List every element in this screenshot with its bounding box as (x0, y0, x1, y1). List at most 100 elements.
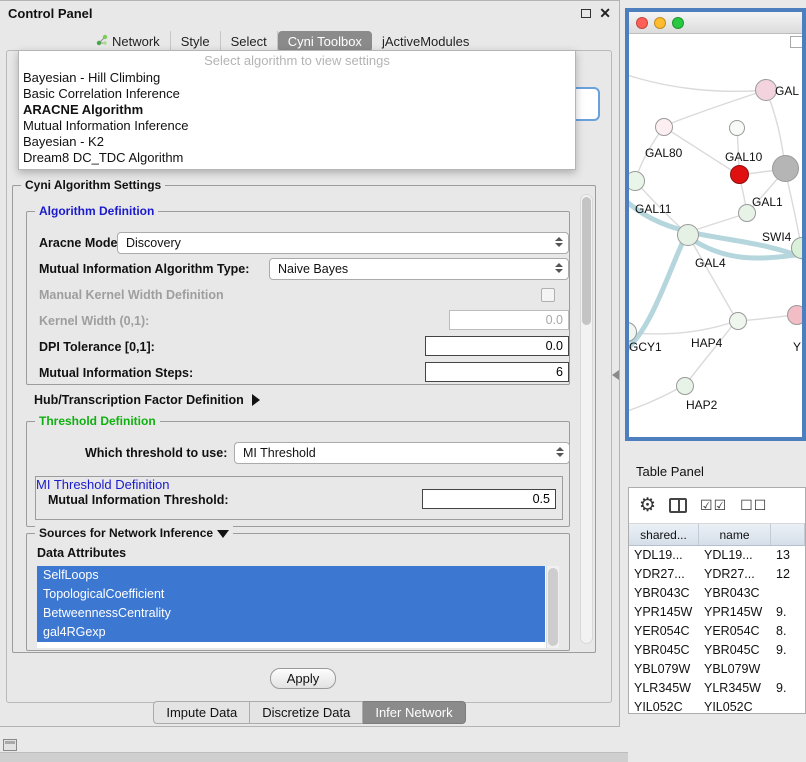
algorithm-option[interactable]: Bayesian - Hill Climbing (19, 70, 575, 86)
column-header-name[interactable]: name (699, 524, 771, 545)
dpi-tolerance-input[interactable] (425, 336, 569, 356)
sources-group-title[interactable]: Sources for Network Inference (35, 526, 233, 540)
column-header-shared-name[interactable]: shared... (629, 524, 699, 545)
tab-cyni-toolbox[interactable]: Cyni Toolbox (278, 31, 372, 52)
settings-scrollbar[interactable] (580, 194, 593, 644)
mi-type-select[interactable]: Naive Bayes (269, 258, 569, 280)
table-row[interactable]: YDR27...YDR27...12 (629, 565, 805, 584)
attribute-item[interactable]: TopologicalCoefficient (37, 585, 545, 604)
tab-discretize-data[interactable]: Discretize Data (250, 701, 363, 724)
mi-steps-input[interactable] (425, 362, 569, 382)
threshold-definition-group: Threshold Definition Which threshold to … (26, 421, 570, 527)
tab-infer-network[interactable]: Infer Network (363, 701, 465, 724)
tab-network[interactable]: Network (86, 31, 171, 52)
cell (771, 660, 805, 679)
algorithm-option-selected[interactable]: ARACNE Algorithm (19, 102, 575, 118)
algorithm-option[interactable]: Dream8 DC_TDC Algorithm (19, 150, 575, 166)
minimized-panel-icon[interactable] (3, 739, 17, 751)
attribute-item[interactable]: BetweennessCentrality (37, 604, 545, 623)
apply-button[interactable]: Apply (270, 668, 336, 689)
network-node[interactable] (729, 120, 745, 136)
canvas-corner-widget[interactable] (790, 36, 802, 48)
tab-network-label: Network (112, 34, 160, 49)
cell: YBR045C (699, 641, 771, 660)
attribute-item[interactable]: SelfLoops (37, 566, 545, 585)
mi-threshold-group-title: MI Threshold Definition (36, 477, 169, 492)
algorithm-definition-group: Algorithm Definition Aracne Mode: Discov… (26, 211, 570, 385)
algorithm-option[interactable]: Mutual Information Inference (19, 118, 575, 134)
table-row[interactable]: YPR145WYPR145W9. (629, 603, 805, 622)
attributes-scrollbar[interactable] (546, 566, 559, 648)
which-threshold-value: MI Threshold (243, 446, 316, 460)
network-node[interactable] (755, 79, 777, 101)
cell: YDL19... (699, 546, 771, 565)
network-node[interactable] (655, 118, 673, 136)
attributes-scrollbar-thumb[interactable] (548, 568, 558, 646)
settings-scrollbar-thumb[interactable] (582, 197, 591, 325)
table-toolbar: ⚙ ☑☑ ☐☐ (629, 488, 805, 524)
hub-factor-section-toggle[interactable]: Hub/Transcription Factor Definition (34, 393, 260, 407)
aracne-mode-select[interactable]: Discovery (117, 232, 569, 254)
cell: 13 (771, 546, 805, 565)
minimize-traffic-icon[interactable] (654, 17, 666, 29)
table-row[interactable]: YLR345WYLR345W9. (629, 679, 805, 698)
tab-style[interactable]: Style (171, 31, 221, 52)
which-threshold-select[interactable]: MI Threshold (234, 442, 570, 464)
float-window-icon[interactable] (581, 9, 591, 18)
select-all-icon[interactable]: ☑☑ (700, 497, 727, 514)
cell: YBL079W (629, 660, 699, 679)
table-header-row: shared... name (629, 524, 805, 546)
manual-kernel-checkbox[interactable] (541, 288, 555, 302)
control-panel-titlebar: Control Panel ✕ (0, 1, 619, 25)
zoom-traffic-icon[interactable] (672, 17, 684, 29)
network-node-label: GAL10 (725, 150, 762, 164)
threshold-definition-title: Threshold Definition (35, 414, 160, 428)
network-node[interactable] (677, 224, 699, 246)
tab-select[interactable]: Select (221, 31, 278, 52)
mi-threshold-group: MI Threshold Definition Mutual Informati… (35, 476, 563, 520)
network-node[interactable] (772, 155, 799, 182)
table-panel: ⚙ ☑☑ ☐☐ shared... name YDL19...YDL19...1… (628, 487, 806, 714)
tab-impute-data[interactable]: Impute Data (153, 701, 250, 724)
attribute-item[interactable]: gal4RGexp (37, 623, 545, 642)
table-row[interactable]: YDL19...YDL19...13 (629, 546, 805, 565)
kernel-width-input[interactable] (449, 310, 569, 330)
cell: 12 (771, 565, 805, 584)
table-row[interactable]: YBR045CYBR045C9. (629, 641, 805, 660)
table-panel-title: Table Panel (636, 464, 704, 479)
network-node[interactable] (729, 312, 747, 330)
network-node[interactable] (787, 305, 802, 325)
mi-threshold-input[interactable] (422, 489, 556, 509)
network-canvas[interactable]: GAL GAL80 GAL10 GAL11 GAL1 SWI4 GAL4 GCY… (629, 34, 802, 437)
column-header-extra[interactable] (771, 524, 805, 545)
cell: YDR27... (699, 565, 771, 584)
cell: YDR27... (629, 565, 699, 584)
network-node[interactable] (676, 377, 694, 395)
panel-splitter-collapse-icon[interactable] (612, 370, 619, 380)
gear-icon[interactable]: ⚙ (639, 496, 656, 515)
which-threshold-label: Which threshold to use: (85, 446, 227, 460)
network-node-label: GAL1 (752, 195, 783, 209)
cell: YBR043C (699, 584, 771, 603)
tab-jactivemodules[interactable]: jActiveModules (372, 31, 479, 52)
algorithm-option[interactable]: Bayesian - K2 (19, 134, 575, 150)
table-row[interactable]: YBR043CYBR043C (629, 584, 805, 603)
close-icon[interactable]: ✕ (599, 6, 611, 20)
network-node-gal10[interactable] (730, 165, 749, 184)
algorithm-option[interactable]: Basic Correlation Inference (19, 86, 575, 102)
sources-title-label: Sources for Network Inference (39, 526, 213, 540)
chevron-updown-icon (555, 263, 563, 273)
manual-kernel-label: Manual Kernel Width Definition (39, 288, 224, 302)
column-selector-icon[interactable] (669, 498, 687, 513)
table-row[interactable]: YBL079WYBL079W (629, 660, 805, 679)
deselect-all-icon[interactable]: ☐☐ (740, 497, 767, 514)
chevron-updown-icon (555, 237, 563, 247)
table-row[interactable]: YER054CYER054C8. (629, 622, 805, 641)
aracne-mode-label: Aracne Mode: (39, 236, 122, 250)
table-row[interactable]: YIL052CYIL052C (629, 698, 805, 714)
close-traffic-icon[interactable] (636, 17, 648, 29)
cell: YLR345W (699, 679, 771, 698)
network-node-label: GAL11 (635, 202, 671, 216)
hub-factor-label: Hub/Transcription Factor Definition (34, 393, 244, 407)
kernel-width-label: Kernel Width (0,1): (39, 314, 149, 328)
